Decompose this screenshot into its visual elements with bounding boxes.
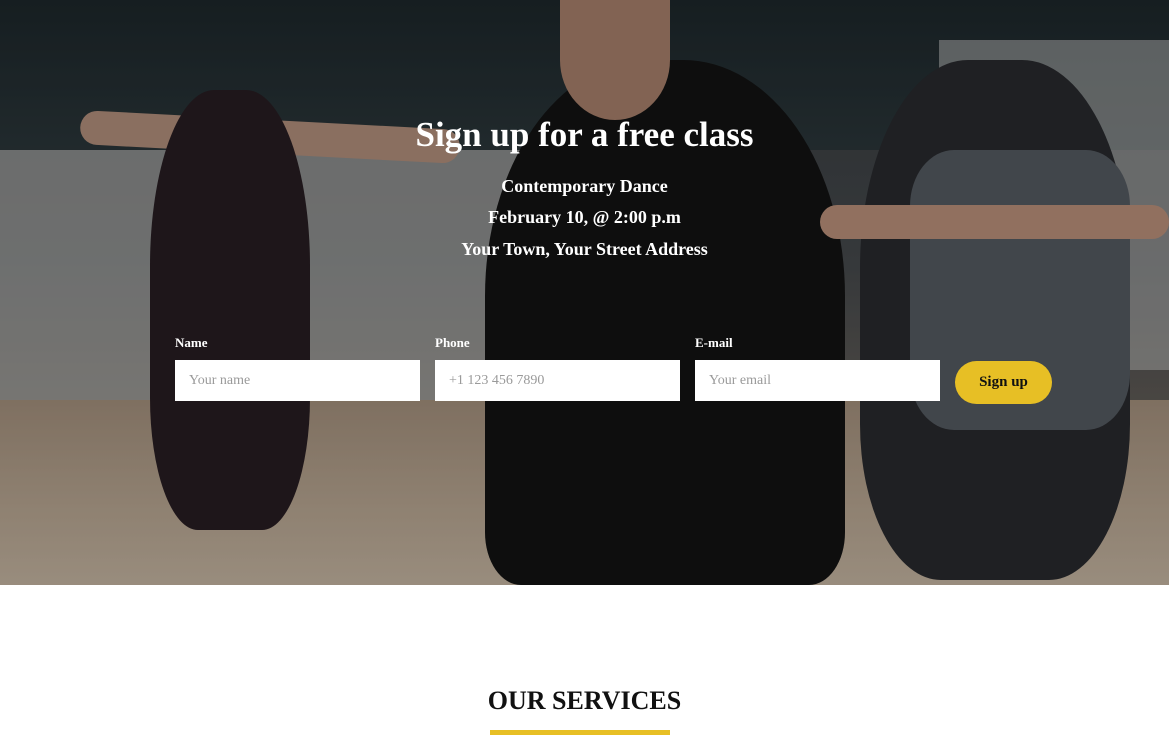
- services-title-underline: [490, 730, 670, 735]
- name-input[interactable]: [175, 360, 420, 401]
- signup-button[interactable]: Sign up: [955, 361, 1052, 404]
- class-date: February 10, @ 2:00 p.m: [488, 207, 681, 227]
- class-address: Your Town, Your Street Address: [461, 239, 708, 259]
- hero-title: Sign up for a free class: [415, 115, 754, 154]
- hero-overlay: [0, 0, 1169, 585]
- hero-section: Sign up for a free class Contemporary Da…: [0, 0, 1169, 585]
- class-name: Contemporary Dance: [501, 176, 668, 196]
- services-title: OUR SERVICES: [487, 686, 682, 715]
- email-label: E-mail: [695, 335, 733, 350]
- email-input[interactable]: [695, 360, 940, 401]
- name-label: Name: [175, 335, 208, 350]
- phone-input[interactable]: [435, 360, 680, 401]
- phone-label: Phone: [435, 335, 470, 350]
